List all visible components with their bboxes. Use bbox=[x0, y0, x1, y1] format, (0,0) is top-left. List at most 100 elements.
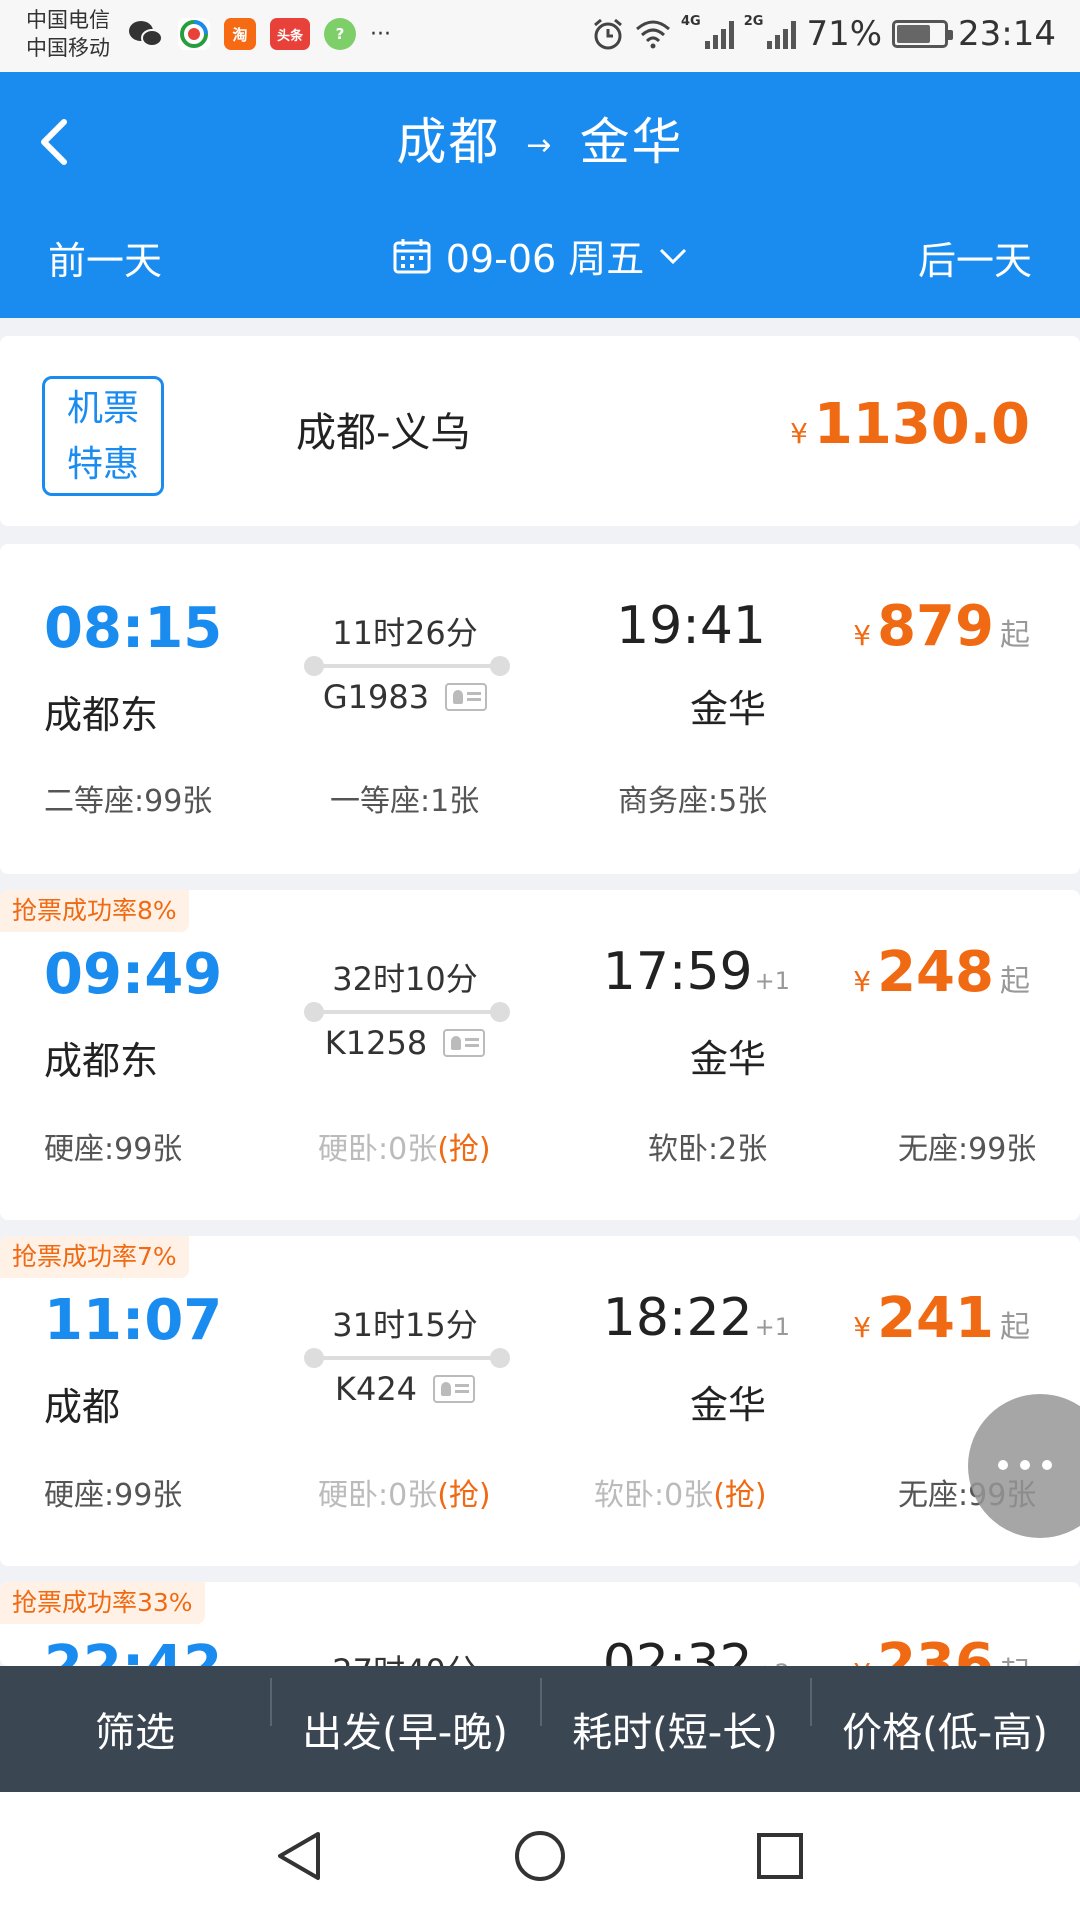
battery-percent: 71% bbox=[806, 14, 883, 54]
seat-availability: 硬座:99张 bbox=[44, 1132, 183, 1167]
ticket-price: ¥236 起 bbox=[853, 1632, 1030, 1666]
ticket-price: ¥248 起 bbox=[853, 940, 1030, 1005]
timeline bbox=[304, 1348, 510, 1368]
route-arrow: → bbox=[526, 128, 554, 163]
grab-ticket-link[interactable]: (抢) bbox=[437, 1478, 490, 1513]
flight-price: ¥1130.0 bbox=[790, 392, 1030, 457]
arrival-time: 18:22+1 bbox=[603, 1288, 790, 1348]
price-from-label: 起 bbox=[1000, 964, 1030, 999]
seat-availability-soldout[interactable]: 硬卧:0张(抢) bbox=[318, 1124, 491, 1168]
more-notifications: ··· bbox=[370, 21, 391, 47]
header: 成都 → 金华 前一天 09-06 周五 后一天 bbox=[0, 72, 1080, 318]
selected-date: 09-06 周五 bbox=[445, 237, 645, 281]
arrival-station: 金华 bbox=[689, 1037, 766, 1081]
departure-station: 成都 bbox=[44, 1385, 121, 1429]
wechat-icon bbox=[128, 18, 164, 50]
sort-departure-button[interactable]: 出发(早-晚) bbox=[270, 1678, 540, 1758]
clock: 23:14 bbox=[958, 14, 1056, 54]
flight-price-value: 1130.0 bbox=[813, 392, 1030, 457]
seat-availability: 商务座:5张 bbox=[618, 784, 768, 819]
seat-availability-soldout[interactable]: 软卧:0张(抢) bbox=[594, 1470, 767, 1514]
train-number-row: G1983 bbox=[300, 678, 510, 716]
currency-symbol: ¥ bbox=[853, 619, 872, 652]
nav-back-icon[interactable] bbox=[272, 1828, 328, 1884]
next-day-button[interactable]: 后一天 bbox=[918, 230, 1032, 285]
currency-symbol: ¥ bbox=[853, 1311, 872, 1344]
sort-filter-bar: 筛选 出发(早-晚) 耗时(短-长) 价格(低-高) bbox=[0, 1666, 1080, 1792]
departure-time: 11:07 bbox=[44, 1288, 223, 1353]
price-value: 248 bbox=[877, 940, 994, 1005]
nav-home-icon[interactable] bbox=[512, 1828, 568, 1884]
next-day-marker: +1 bbox=[754, 967, 790, 995]
arrival-time: 19:41 bbox=[616, 596, 766, 656]
currency-symbol: ¥ bbox=[853, 965, 872, 998]
toutiao-icon: 头条 bbox=[270, 18, 310, 50]
currency-symbol: ¥ bbox=[790, 417, 808, 450]
flight-promo-card[interactable]: 机票 特惠 成都-义乌 ¥1130.0 bbox=[0, 336, 1080, 526]
carrier-1: 中国电信 bbox=[26, 8, 110, 32]
grab-ticket-link[interactable]: (抢) bbox=[713, 1478, 766, 1513]
seat-text: 硬卧:0张 bbox=[318, 1132, 438, 1167]
seat-availability: 软卧:2张 bbox=[648, 1132, 768, 1167]
badge-line-2: 特惠 bbox=[66, 444, 139, 485]
price-from-label: 起 bbox=[1000, 1310, 1030, 1345]
currency-symbol: ¥ bbox=[853, 1657, 871, 1666]
train-number: K424 bbox=[334, 1370, 418, 1408]
chevron-down-icon bbox=[660, 248, 687, 264]
system-indicators: 4G 2G 71% 23:14 bbox=[591, 14, 1056, 54]
badge-line-1: 机票 bbox=[66, 388, 139, 429]
signal-icon-1 bbox=[704, 19, 734, 49]
timeline bbox=[304, 656, 510, 676]
arrival-time: 02:32+2 bbox=[603, 1634, 790, 1666]
timeline bbox=[304, 1002, 510, 1022]
train-card[interactable]: 抢票成功率7% 11:07 成都 31时15分 K424 18:22+1 金华 … bbox=[0, 1236, 1080, 1566]
seat-text: 硬卧:0张 bbox=[318, 1478, 438, 1513]
departure-station: 成都东 bbox=[44, 693, 159, 737]
arrival-time-value: 17:59 bbox=[602, 942, 753, 1002]
carrier-2: 中国移动 bbox=[26, 36, 110, 60]
seat-availability: 硬座:99张 bbox=[44, 1478, 183, 1513]
status-bar: 中国电信 中国移动 淘 头条 ? ··· 4G 2G 71% 23:14 bbox=[0, 0, 1080, 72]
network-type-2: 2G bbox=[743, 14, 764, 29]
battery-icon bbox=[892, 20, 954, 48]
train-card[interactable]: 抢票成功率33% 22:42 27时40分 02:32+2 ¥236 起 bbox=[0, 1582, 1080, 1666]
calendar-icon bbox=[393, 238, 431, 273]
departure-time: 09:49 bbox=[44, 942, 223, 1007]
price-from-label: 起 bbox=[1000, 618, 1030, 653]
train-card[interactable]: 08:15 成都东 11时26分 G1983 19:41 金华 ¥879 起 二等… bbox=[0, 544, 1080, 874]
notification-icons: 淘 头条 ? ··· bbox=[128, 18, 391, 50]
alarm-icon bbox=[594, 18, 622, 50]
departure-time: 22:42 bbox=[44, 1634, 222, 1666]
sort-duration-button[interactable]: 耗时(短-长) bbox=[540, 1678, 810, 1758]
duration: 11时26分 bbox=[332, 614, 478, 652]
price-value: 236 bbox=[877, 1632, 994, 1666]
question-bulb-icon: ? bbox=[324, 18, 356, 50]
nav-recents-icon[interactable] bbox=[752, 1828, 808, 1884]
train-number-row: K1258 bbox=[300, 1024, 510, 1062]
wifi-icon bbox=[636, 20, 670, 49]
filter-button[interactable]: 筛选 bbox=[0, 1700, 270, 1758]
id-card-icon bbox=[443, 1029, 486, 1057]
departure-time: 08:15 bbox=[44, 596, 223, 661]
seat-availability-soldout[interactable]: 硬卧:0张(抢) bbox=[318, 1470, 491, 1514]
grab-success-rate-badge: 抢票成功率33% bbox=[0, 1582, 205, 1624]
sort-price-button[interactable]: 价格(低-高) bbox=[810, 1678, 1080, 1758]
arrival-time-value: 18:22 bbox=[602, 1288, 753, 1348]
flight-promo-badge: 机票 特惠 bbox=[42, 376, 164, 496]
seat-text: 软卧:0张 bbox=[594, 1478, 714, 1513]
ticket-price: ¥879 起 bbox=[853, 594, 1030, 659]
train-number: K1258 bbox=[324, 1024, 428, 1062]
train-card[interactable]: 抢票成功率8% 09:49 成都东 32时10分 K1258 17:59+1 金… bbox=[0, 890, 1080, 1220]
origin-city: 成都 bbox=[396, 113, 501, 171]
arrival-time: 17:59+1 bbox=[603, 942, 790, 1002]
duration: 27时40分 bbox=[300, 1646, 510, 1666]
network-type-1: 4G bbox=[681, 14, 701, 29]
id-card-icon bbox=[445, 683, 488, 711]
price-from-label: 起 bbox=[1000, 1656, 1030, 1666]
train-number: G1983 bbox=[322, 678, 430, 716]
browser-icon bbox=[178, 18, 210, 50]
duration: 31时15分 bbox=[332, 1306, 478, 1344]
departure-station: 成都东 bbox=[44, 1039, 159, 1083]
grab-ticket-link[interactable]: (抢) bbox=[437, 1132, 490, 1167]
battery-fill bbox=[897, 25, 930, 43]
